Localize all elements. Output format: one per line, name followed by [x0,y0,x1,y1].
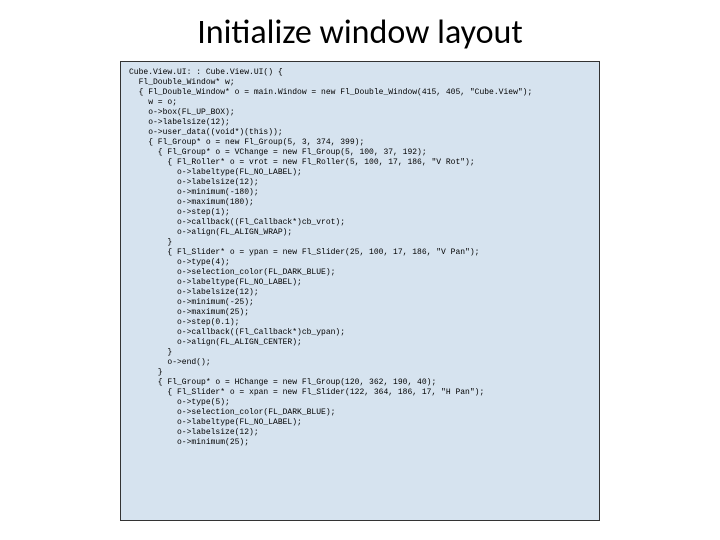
slide-title: Initialize window layout [30,0,690,61]
code-block: Cube.View.UI: : Cube.View.UI() { Fl_Doub… [120,61,600,521]
slide-container: Initialize window layout Cube.View.UI: :… [0,0,720,540]
